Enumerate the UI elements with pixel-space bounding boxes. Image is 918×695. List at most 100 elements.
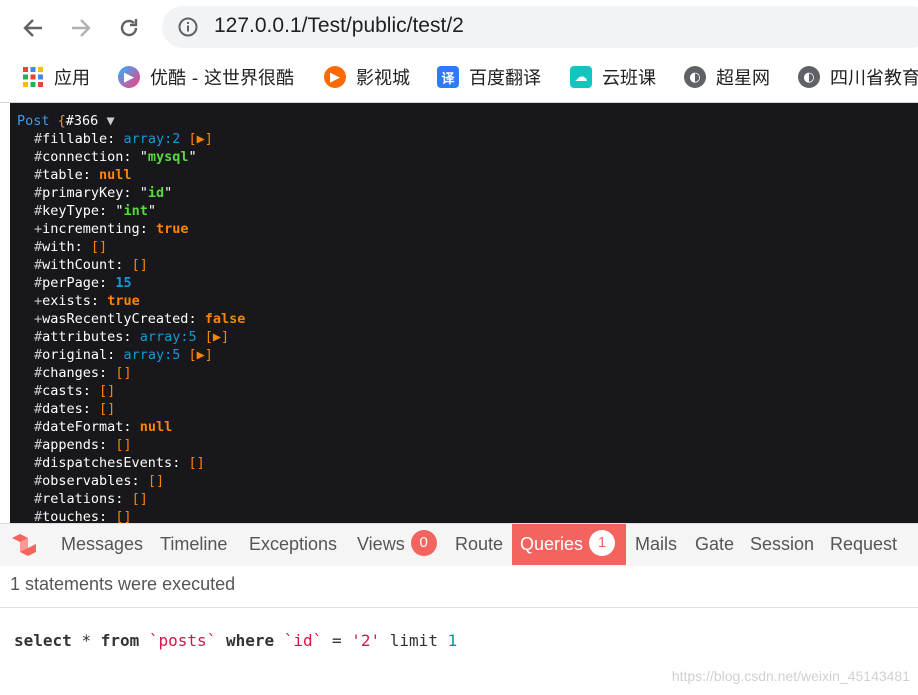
reload-icon — [120, 19, 138, 37]
property-value[interactable]: array:5 — [140, 329, 197, 345]
expand-toggle-icon[interactable]: [▶] — [188, 131, 212, 147]
tab-session[interactable]: Session — [750, 524, 814, 565]
tab-route[interactable]: Route — [455, 524, 503, 565]
property-name: fillable — [42, 131, 108, 147]
laravel-logo-icon[interactable] — [10, 532, 42, 560]
bookmark-cloud-class[interactable]: ☁ 云班课 — [570, 62, 656, 92]
tab-label: Messages — [61, 534, 144, 554]
tab-label: Timeline — [160, 534, 228, 554]
collapse-toggle-icon[interactable]: ▼ — [106, 113, 114, 129]
property-name: original — [42, 347, 108, 363]
watermark: https://blog.csdn.net/weixin_45143481 — [671, 668, 910, 684]
property-value: [] — [131, 491, 148, 507]
property-value: id — [147, 185, 165, 201]
dump-property-row: #changes: [] — [17, 364, 245, 382]
property-separator: : — [123, 149, 140, 165]
sql-keyword: select — [14, 631, 72, 650]
video-play-icon: ▶ — [324, 66, 346, 88]
back-button[interactable] — [15, 10, 51, 46]
dump-property-row: #dispatchesEvents: [] — [17, 454, 245, 472]
tab-label: Mails — [635, 534, 678, 554]
property-name: wasRecentlyCreated — [42, 311, 189, 327]
tab-label: Gate — [695, 534, 735, 554]
property-value: [] — [147, 473, 165, 489]
class-name: Post — [17, 113, 50, 129]
property-visibility: # — [34, 167, 43, 183]
sql-operator: = — [331, 631, 342, 650]
bookmark-baidu-translate[interactable]: 译 百度翻译 — [437, 62, 541, 92]
property-name: incrementing — [42, 221, 140, 237]
property-separator: : — [131, 473, 148, 489]
property-separator: : — [99, 203, 116, 219]
property-visibility: # — [34, 329, 43, 345]
bookmark-apps[interactable]: 应用 — [22, 62, 90, 92]
youku-icon: ▶ — [118, 66, 140, 88]
property-separator: : — [172, 455, 189, 471]
tab-exceptions[interactable]: Exceptions — [249, 524, 337, 565]
property-visibility: # — [34, 383, 43, 399]
sql-value: '2' — [351, 631, 381, 650]
open-brace: { — [57, 113, 66, 129]
property-value: [] — [131, 257, 148, 273]
property-separator: : — [82, 167, 100, 183]
var-dump-panel[interactable]: Post {#366 ▼ #fillable: array:2 [▶] #conn… — [10, 103, 918, 523]
dump-property-row: #casts: [] — [17, 382, 245, 400]
bookmark-youku[interactable]: ▶ 优酷 - 这世界很酷 — [118, 62, 294, 92]
translate-icon: 译 — [437, 66, 459, 88]
property-separator: : — [139, 221, 156, 237]
property-visibility: # — [34, 257, 43, 273]
dump-header[interactable]: Post {#366 ▼ — [17, 112, 245, 130]
tab-queries[interactable]: Queries 1 — [512, 524, 626, 565]
property-visibility: # — [34, 275, 43, 291]
tab-label: Session — [750, 534, 815, 554]
tab-request[interactable]: Request — [830, 524, 897, 565]
property-value: [] — [115, 509, 132, 523]
bookmark-movie[interactable]: ▶ 影视城 — [324, 62, 410, 92]
bookmark-sichuan-edu[interactable]: ◐ 四川省教育 — [798, 62, 918, 92]
dump-property-row: #observables: [] — [17, 472, 245, 490]
property-value[interactable]: array:2 — [123, 131, 180, 147]
property-value: true — [107, 293, 140, 309]
property-value: int — [123, 203, 148, 219]
queries-status: 1 statements were executed — [0, 566, 918, 608]
dump-property-row: #keyType: "int" — [17, 202, 245, 220]
bookmark-chaoxing[interactable]: ◐ 超星网 — [684, 62, 770, 92]
property-separator: : — [107, 131, 124, 147]
property-name: dispatchesEvents — [42, 455, 173, 471]
property-name: with — [42, 239, 75, 255]
property-visibility: # — [34, 131, 43, 147]
tab-views[interactable]: Views 0 — [357, 524, 437, 565]
apps-grid-icon — [22, 66, 44, 88]
globe-icon: ◐ — [798, 66, 820, 88]
dump-property-row: +exists: true — [17, 292, 245, 310]
forward-button[interactable] — [63, 10, 99, 46]
tab-label: Queries — [520, 534, 584, 554]
browser-toolbar: 127.0.0.1/Test/public/test/2 — [0, 0, 918, 56]
tab-messages[interactable]: Messages — [61, 524, 143, 565]
bookmark-label: 应用 — [54, 68, 90, 89]
url-text[interactable]: 127.0.0.1/Test/public/test/2 — [214, 14, 464, 38]
property-visibility: # — [34, 185, 43, 201]
tab-gate[interactable]: Gate — [695, 524, 734, 565]
dump-property-row: #with: [] — [17, 238, 245, 256]
sql-statement[interactable]: select * from `posts` where `id` = '2' l… — [14, 631, 457, 650]
property-separator: : — [99, 437, 116, 453]
property-separator: : — [99, 509, 116, 523]
property-name: relations — [42, 491, 116, 507]
globe-icon: ◐ — [684, 66, 706, 88]
info-icon[interactable] — [178, 17, 198, 37]
bookmark-label: 四川省教育 — [830, 68, 918, 89]
tab-mails[interactable]: Mails — [635, 524, 677, 565]
property-value: true — [155, 221, 189, 237]
property-value[interactable]: array:5 — [123, 347, 180, 363]
property-separator: : — [82, 383, 100, 399]
property-separator: : — [90, 293, 108, 309]
tab-timeline[interactable]: Timeline — [160, 524, 227, 565]
sql-limit-value: 1 — [447, 631, 458, 650]
dump-property-row: #dateFormat: null — [17, 418, 245, 436]
expand-toggle-icon[interactable]: [▶] — [188, 347, 212, 363]
expand-toggle-icon[interactable]: [▶] — [205, 329, 229, 345]
address-bar[interactable]: 127.0.0.1/Test/public/test/2 — [162, 6, 918, 48]
dump-property-row: #fillable: array:2 [▶] — [17, 130, 245, 148]
reload-button[interactable] — [111, 10, 147, 46]
